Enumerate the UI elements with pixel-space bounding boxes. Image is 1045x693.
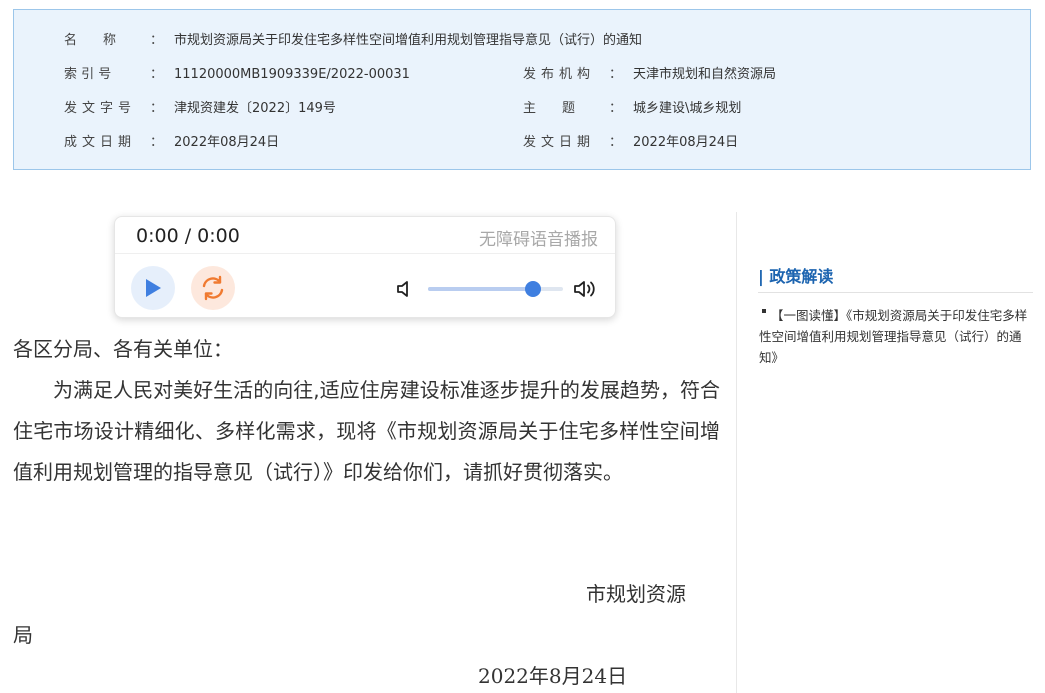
- policy-interpretation-link[interactable]: 【一图读懂】《市规划资源局关于印发住宅多样性空间增值利用规划管理指导意见（试行）…: [759, 305, 1031, 368]
- body-paragraph: 为满足人民对美好生活的向往,适应住房建设标准逐步提升的发展趋势，符合住宅市场设计…: [13, 378, 720, 484]
- sidebar-title-underline: [758, 292, 1033, 293]
- doc-number-label: 发文字号: [64, 101, 137, 116]
- accessibility-audio-label: 无障碍语音播报: [479, 230, 598, 250]
- created-date-label: 成文日期: [64, 135, 137, 150]
- created-date-colon: ：: [150, 135, 164, 150]
- sidebar-title-policy-interpretation: | 政策解读: [758, 267, 834, 286]
- volume-high-icon[interactable]: [573, 278, 599, 304]
- index-label: 索 引 号: [64, 67, 112, 82]
- play-button[interactable]: [131, 266, 175, 310]
- signature-organization: 市规划资源: [586, 582, 686, 606]
- signature-date: 2022年8月24日: [478, 664, 628, 688]
- publisher-colon: ：: [609, 67, 623, 82]
- publisher-value: 天津市规划和自然资源局: [633, 67, 777, 82]
- issued-date-colon: ：: [609, 135, 623, 150]
- sidebar-divider: [736, 212, 737, 693]
- index-value: 11120000MB1909339E/2022-00031: [174, 67, 410, 82]
- volume-low-icon[interactable]: [396, 279, 412, 303]
- salutation: 各区分局、各有关单位：: [13, 337, 233, 361]
- name-colon: ：: [150, 33, 164, 48]
- index-colon: ：: [150, 67, 164, 82]
- play-icon: [146, 279, 161, 297]
- subject-colon: ：: [609, 101, 623, 116]
- player-divider: [115, 253, 615, 254]
- doc-number-value: 津规资建发〔2022〕149号: [174, 101, 336, 116]
- subject-label: 主 题: [523, 101, 576, 116]
- volume-slider-fill: [428, 287, 534, 291]
- issued-date-label: 发文日期: [523, 135, 596, 150]
- issued-date-value: 2022年08月24日: [633, 135, 739, 150]
- player-time-display: 0:00 / 0:00: [136, 225, 240, 247]
- name-value: 市规划资源局关于印发住宅多样性空间增值利用规划管理指导意见（试行）的通知: [174, 33, 643, 48]
- subject-value: 城乡建设\城乡规划: [633, 101, 742, 116]
- name-label: 名 称: [64, 33, 117, 48]
- publisher-label: 发布机构: [523, 67, 596, 82]
- document-info-box: 名 称 ： 市规划资源局关于印发住宅多样性空间增值利用规划管理指导意见（试行）的…: [13, 9, 1031, 170]
- volume-slider[interactable]: [428, 281, 563, 297]
- audio-player: 0:00 / 0:00 无障碍语音播报: [114, 216, 616, 318]
- replay-button[interactable]: [191, 266, 235, 310]
- doc-number-colon: ：: [150, 101, 164, 116]
- volume-slider-thumb[interactable]: [525, 281, 542, 297]
- refresh-icon: [202, 275, 224, 301]
- created-date-value: 2022年08月24日: [174, 135, 280, 150]
- signature-organization-continued: 局: [13, 623, 33, 647]
